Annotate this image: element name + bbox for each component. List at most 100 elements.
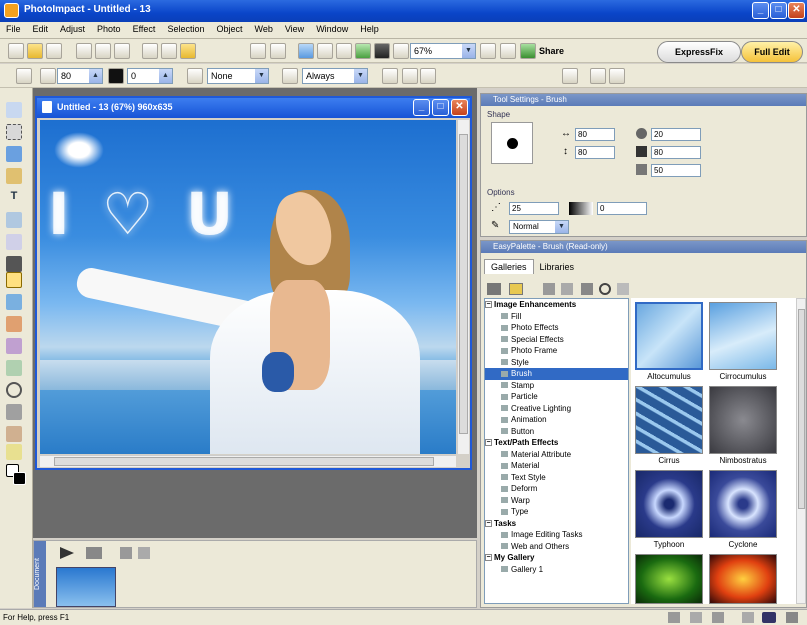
menu-window[interactable]: Window xyxy=(310,22,354,36)
tree-item-material-attribute[interactable]: Material Attribute xyxy=(485,449,628,461)
status-icon[interactable] xyxy=(762,612,776,623)
document-window[interactable]: Untitled - 13 (67%) 960x635 _ □ ✕ I ♡ U xyxy=(35,96,472,470)
mask-icon[interactable] xyxy=(393,43,409,59)
status-icon[interactable] xyxy=(690,612,702,623)
status-icon[interactable] xyxy=(742,612,754,623)
search-icon[interactable] xyxy=(599,283,611,295)
thumbnail-cyclone[interactable] xyxy=(709,470,777,538)
zoom-tool-icon[interactable] xyxy=(6,382,22,398)
magic-wand-icon[interactable] xyxy=(6,168,22,184)
tree-item-warp[interactable]: Warp xyxy=(485,495,628,507)
effect-icon[interactable] xyxy=(374,43,390,59)
mode-icon[interactable] xyxy=(187,68,203,84)
thumbnail-cirrocumulus[interactable] xyxy=(709,302,777,370)
canvas-photo[interactable]: I ♡ U xyxy=(40,120,456,454)
tree-item-web-and-others[interactable]: Web and Others xyxy=(485,541,628,553)
always-select[interactable]: Always ▼ xyxy=(302,68,368,84)
tree-item-animation[interactable]: Animation xyxy=(485,414,628,426)
clone-tool-icon[interactable] xyxy=(6,294,22,310)
share-icon[interactable] xyxy=(520,43,536,59)
open-icon[interactable] xyxy=(27,43,43,59)
tree-item-my-gallery[interactable]: − My Gallery xyxy=(485,552,628,564)
tree-item-type[interactable]: Type xyxy=(485,506,628,518)
doc-maximize-button[interactable]: □ xyxy=(432,99,449,116)
save-icon[interactable] xyxy=(46,43,62,59)
tree-item-deform[interactable]: Deform xyxy=(485,483,628,495)
zoom-in-icon[interactable] xyxy=(480,43,496,59)
thumbnail-fire-effect[interactable] xyxy=(709,554,777,604)
value1-spin[interactable]: 80 ▲ xyxy=(57,68,103,84)
scroll-thumb[interactable] xyxy=(798,309,805,509)
tree-item-particle[interactable]: Particle xyxy=(485,391,628,403)
status-icon[interactable] xyxy=(786,612,798,623)
option-icon[interactable] xyxy=(382,68,398,84)
pick-tool-icon[interactable] xyxy=(6,102,22,118)
view-icon[interactable] xyxy=(86,547,102,559)
new-icon[interactable] xyxy=(8,43,24,59)
menu-view[interactable]: View xyxy=(279,22,310,36)
settings-icon[interactable] xyxy=(562,68,578,84)
horizontal-scrollbar[interactable] xyxy=(40,455,456,467)
paste-icon[interactable] xyxy=(180,43,196,59)
folder-icon[interactable] xyxy=(509,283,523,295)
vertical-scrollbar[interactable] xyxy=(457,120,469,454)
tab-galleries[interactable]: Galleries xyxy=(484,259,534,274)
collapse-icon[interactable]: − xyxy=(485,301,492,309)
copy-icon[interactable] xyxy=(161,43,177,59)
eraser-tool-icon[interactable] xyxy=(6,338,22,354)
copy-doc-icon[interactable] xyxy=(138,547,150,559)
brush-tool-icon[interactable] xyxy=(6,272,22,288)
resize-icon[interactable] xyxy=(336,43,352,59)
rotate-icon[interactable] xyxy=(317,43,333,59)
size1-field[interactable]: 80 xyxy=(575,128,615,141)
tree-item-image-enhancements[interactable]: − Image Enhancements xyxy=(485,299,628,311)
close-button[interactable]: ✕ xyxy=(788,2,805,19)
doc-close-button[interactable]: ✕ xyxy=(451,99,468,116)
print-icon[interactable] xyxy=(76,43,92,59)
menu-edit[interactable]: Edit xyxy=(27,22,55,36)
share-label[interactable]: Share xyxy=(539,46,564,56)
tab-libraries[interactable]: Libraries xyxy=(534,260,581,274)
redo-icon[interactable] xyxy=(270,43,286,59)
doc-minimize-button[interactable]: _ xyxy=(413,99,430,116)
text-tool-icon[interactable]: T xyxy=(6,190,22,206)
crop-icon[interactable] xyxy=(298,43,314,59)
thumbnail-green-effect[interactable] xyxy=(635,554,703,604)
tree-item-special-effects[interactable]: Special Effects xyxy=(485,334,628,346)
tree-item-gallery-1[interactable]: Gallery 1 xyxy=(485,564,628,576)
option3-icon[interactable] xyxy=(420,68,436,84)
import-icon[interactable] xyxy=(581,283,593,295)
opt-value-field[interactable]: 25 xyxy=(509,202,559,215)
menu-photo[interactable]: Photo xyxy=(91,22,127,36)
blend-mode-select[interactable]: Normal ▼ xyxy=(509,220,569,234)
value-a-field[interactable]: 20 xyxy=(651,128,701,141)
transform-tool-icon[interactable] xyxy=(6,444,22,460)
tree-item-image-editing-tasks[interactable]: Image Editing Tasks xyxy=(485,529,628,541)
expressfix-button[interactable]: ExpressFix xyxy=(657,41,741,63)
tree-item-photo-effects[interactable]: Photo Effects xyxy=(485,322,628,334)
option2-icon[interactable] xyxy=(402,68,418,84)
undo-icon[interactable] xyxy=(250,43,266,59)
collapse-icon[interactable]: − xyxy=(485,554,492,562)
stamp-icon[interactable] xyxy=(282,68,298,84)
menu-effect[interactable]: Effect xyxy=(127,22,162,36)
tree-item-stamp[interactable]: Stamp xyxy=(485,380,628,392)
play-icon[interactable] xyxy=(60,547,74,559)
scan-icon[interactable] xyxy=(114,43,130,59)
minimize-button[interactable]: _ xyxy=(752,2,769,19)
brush-size-icon[interactable] xyxy=(40,68,56,84)
tree-item-fill[interactable]: Fill xyxy=(485,311,628,323)
panel-icon[interactable] xyxy=(590,68,606,84)
tree-item-brush[interactable]: Brush xyxy=(485,368,628,380)
menu-file[interactable]: File xyxy=(0,22,27,36)
tree-item-button[interactable]: Button xyxy=(485,426,628,438)
mode-select[interactable]: None ▼ xyxy=(207,68,269,84)
tree-item-text-path-effects[interactable]: − Text/Path Effects xyxy=(485,437,628,449)
print-preview-icon[interactable] xyxy=(95,43,111,59)
status-icon[interactable] xyxy=(668,612,680,623)
new-gallery-icon[interactable] xyxy=(543,283,555,295)
menu-object[interactable]: Object xyxy=(210,22,248,36)
value-b-field[interactable]: 80 xyxy=(651,146,701,159)
tree-item-style[interactable]: Style xyxy=(485,357,628,369)
size2-field[interactable]: 80 xyxy=(575,146,615,159)
